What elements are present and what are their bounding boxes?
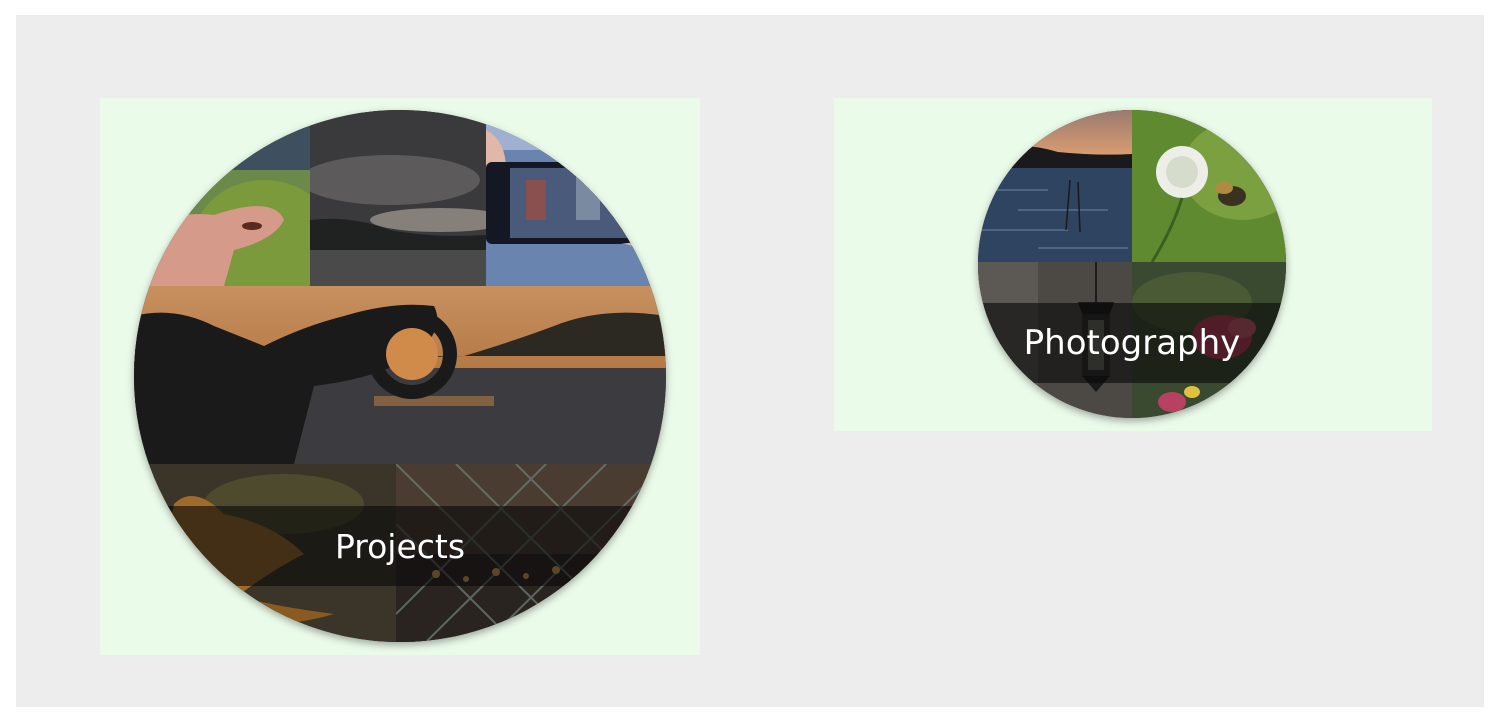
photo-hand-with-beetle (134, 110, 310, 286)
photo-cloudy-lake (310, 110, 486, 286)
photo-lake-dusk (978, 110, 1132, 262)
photography-label: Photography (1023, 323, 1241, 363)
projects-label-band: Projects (134, 506, 666, 586)
photography-collage-circle[interactable]: Photography (978, 110, 1286, 418)
canvas-background: Projects Photography (16, 15, 1484, 707)
photography-card[interactable]: Photography (834, 98, 1432, 431)
photo-clover-bee (1132, 110, 1286, 262)
projects-card[interactable]: Projects (100, 98, 700, 655)
photo-sunset-ring-silhouette (134, 286, 666, 464)
projects-label: Projects (334, 526, 466, 566)
photography-label-band: Photography (978, 303, 1286, 383)
photo-phone-city-street (486, 110, 666, 286)
projects-collage-circle[interactable]: Projects (134, 110, 666, 642)
